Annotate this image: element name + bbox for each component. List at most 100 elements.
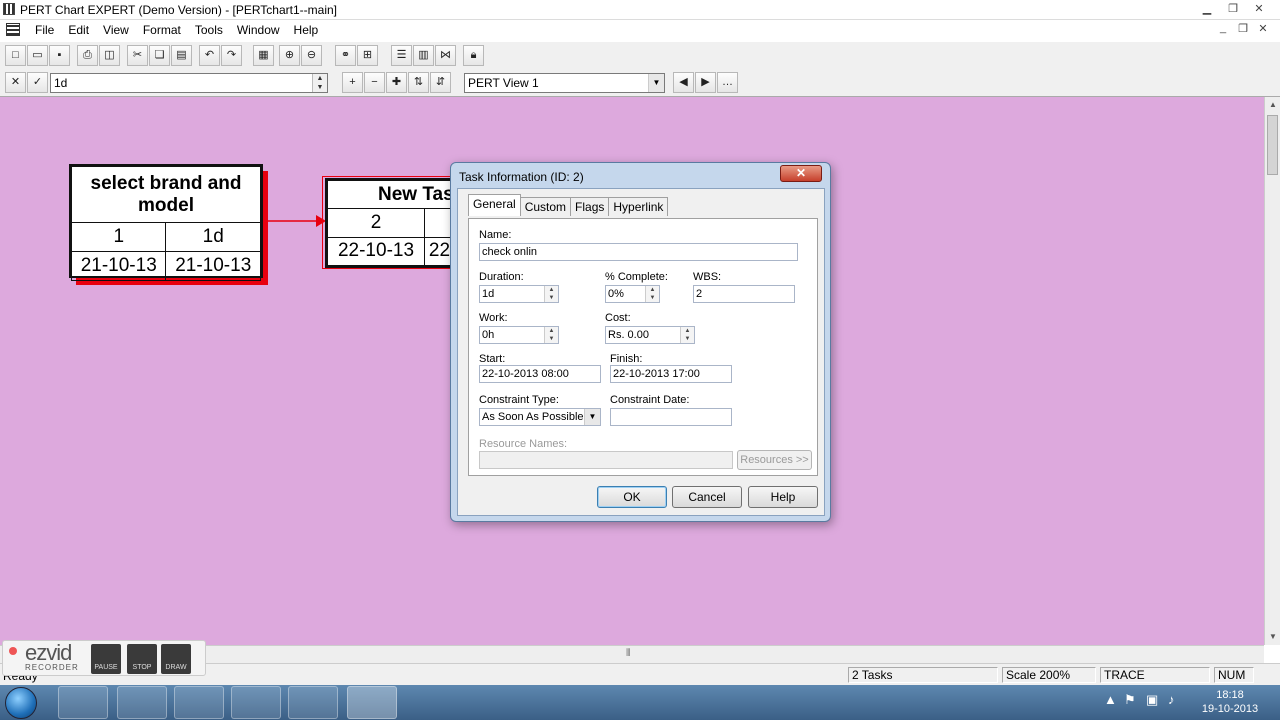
scroll-grip-icon[interactable]: ⦀ bbox=[626, 648, 630, 659]
system-clock[interactable]: 18:18 19-10-2013 bbox=[1190, 688, 1270, 716]
restore-icon[interactable]: ❐ bbox=[1222, 1, 1244, 17]
ezvid-subtitle: RECORDER bbox=[25, 663, 79, 672]
view-select[interactable]: PERT View 1 ▼ bbox=[464, 73, 665, 93]
menu-bar: File Edit View Format Tools Window Help bbox=[0, 20, 1280, 40]
cost-spinner-icon[interactable]: ▲ ▼ bbox=[680, 327, 694, 343]
next-view-icon[interactable]: ▶ bbox=[695, 72, 716, 93]
tab-flags[interactable]: Flags bbox=[570, 197, 610, 216]
accept-entry-icon[interactable]: ✓ bbox=[27, 72, 48, 93]
zoom-out-icon[interactable]: ⊖ bbox=[301, 45, 322, 66]
constraint-date-field[interactable] bbox=[610, 408, 732, 426]
tab-general[interactable]: General bbox=[468, 194, 521, 216]
work-spinner-icon[interactable]: ▲ ▼ bbox=[544, 327, 558, 343]
add-task-icon[interactable]: + bbox=[342, 72, 363, 93]
minimize-icon[interactable]: ▁ bbox=[1196, 1, 1218, 17]
save-icon[interactable]: ▪ bbox=[49, 45, 70, 66]
network-view-icon[interactable]: ⋈ bbox=[435, 45, 456, 66]
complete-stepper[interactable]: 0% ▲ ▼ bbox=[605, 285, 660, 303]
system-tool-icon[interactable] bbox=[174, 686, 224, 719]
help-button[interactable]: Help bbox=[748, 486, 818, 508]
view-select-value: PERT View 1 bbox=[468, 76, 539, 90]
chrome-icon[interactable] bbox=[231, 686, 281, 719]
document-icon[interactable] bbox=[6, 23, 20, 36]
menu-view[interactable]: View bbox=[96, 22, 136, 38]
task-node-finish: 21-10-13 bbox=[165, 251, 261, 281]
scroll-thumb[interactable] bbox=[1267, 115, 1278, 175]
scroll-up-icon[interactable]: ▲ bbox=[1265, 97, 1280, 113]
remove-task-icon[interactable]: − bbox=[364, 72, 385, 93]
vertical-scrollbar[interactable]: ▲ ▼ bbox=[1264, 97, 1280, 645]
cancel-entry-icon[interactable]: ✕ bbox=[5, 72, 26, 93]
entry-field[interactable]: 1d ▲ ▼ bbox=[50, 73, 328, 93]
redo-icon[interactable]: ↷ bbox=[221, 45, 242, 66]
undo-icon[interactable]: ↶ bbox=[199, 45, 220, 66]
show-hidden-icons-icon[interactable]: ▲ bbox=[1104, 692, 1117, 707]
document-window-controls: _ ❐ ✕ bbox=[1216, 22, 1270, 35]
volume-icon[interactable]: ♪ bbox=[1168, 692, 1175, 707]
menu-help[interactable]: Help bbox=[287, 22, 326, 38]
calendar-icon[interactable]: ▦ bbox=[253, 45, 274, 66]
doc-minimize-icon[interactable]: _ bbox=[1216, 22, 1230, 35]
menu-file[interactable]: File bbox=[28, 22, 61, 38]
menu-edit[interactable]: Edit bbox=[61, 22, 96, 38]
pause-button[interactable]: PAUSE bbox=[91, 644, 121, 674]
menu-window[interactable]: Window bbox=[230, 22, 287, 38]
indent-icon[interactable]: ✚ bbox=[386, 72, 407, 93]
tab-hyperlink[interactable]: Hyperlink bbox=[608, 197, 669, 216]
doc-restore-icon[interactable]: ❐ bbox=[1236, 22, 1250, 35]
wbs-field[interactable]: 2 bbox=[693, 285, 795, 303]
pert-chart-expert-icon[interactable] bbox=[347, 686, 397, 719]
print-preview-icon[interactable]: ◫ bbox=[99, 45, 120, 66]
prev-view-icon[interactable]: ◀ bbox=[673, 72, 694, 93]
print-icon[interactable]: ⎙ bbox=[77, 45, 98, 66]
entry-spinner-icon[interactable]: ▲ ▼ bbox=[312, 74, 327, 92]
column-view-icon[interactable]: ▥ bbox=[413, 45, 434, 66]
dialog-close-button[interactable]: ✕ bbox=[780, 165, 822, 182]
more-views-icon[interactable]: … bbox=[717, 72, 738, 93]
chevron-down-icon[interactable]: ▼ bbox=[584, 409, 600, 425]
ok-button[interactable]: OK bbox=[597, 486, 667, 508]
menu-tools[interactable]: Tools bbox=[188, 22, 230, 38]
cost-label: Cost: bbox=[605, 312, 631, 324]
list-view-icon[interactable]: ☰ bbox=[391, 45, 412, 66]
network-icon[interactable]: ▣ bbox=[1146, 692, 1158, 708]
start-button[interactable] bbox=[5, 687, 37, 719]
outdent-icon[interactable]: ⇅ bbox=[408, 72, 429, 93]
work-stepper[interactable]: 0h ▲ ▼ bbox=[479, 326, 559, 344]
finish-field[interactable]: 22-10-2013 17:00 bbox=[610, 365, 732, 383]
finish-value: 22-10-2013 17:00 bbox=[613, 368, 700, 380]
duration-spinner-icon[interactable]: ▲ ▼ bbox=[544, 286, 558, 302]
constraint-type-select[interactable]: As Soon As Possible ▼ bbox=[479, 408, 601, 426]
start-field[interactable]: 22-10-2013 08:00 bbox=[479, 365, 601, 383]
close-icon[interactable]: ✕ bbox=[1248, 1, 1270, 17]
stop-button[interactable]: STOP bbox=[127, 644, 157, 674]
action-center-icon[interactable]: ⚑ bbox=[1124, 692, 1136, 708]
task-node-1[interactable]: select brand and model 1 1d 21-10-13 21-10… bbox=[69, 164, 263, 281]
link-icon[interactable]: ⚭ bbox=[335, 45, 356, 66]
doc-close-icon[interactable]: ✕ bbox=[1256, 22, 1270, 35]
draw-button[interactable]: DRAW bbox=[161, 644, 191, 674]
move-icon[interactable]: ⇵ bbox=[430, 72, 451, 93]
app-icon[interactable] bbox=[3, 3, 15, 15]
task-node-2[interactable]: New Tas 2 22-10-13 22 bbox=[325, 178, 457, 268]
chevron-down-icon[interactable]: ▼ bbox=[648, 74, 664, 92]
new-icon[interactable]: □ bbox=[5, 45, 26, 66]
duration-stepper[interactable]: 1d ▲ ▼ bbox=[479, 285, 559, 303]
paste-icon[interactable]: ▤ bbox=[171, 45, 192, 66]
complete-spinner-icon[interactable]: ▲ ▼ bbox=[645, 286, 659, 302]
cut-icon[interactable]: ✂ bbox=[127, 45, 148, 66]
name-field[interactable]: check onlin bbox=[479, 243, 798, 261]
internet-explorer-icon[interactable] bbox=[58, 686, 108, 719]
cancel-button[interactable]: Cancel bbox=[672, 486, 742, 508]
notes-app-icon[interactable] bbox=[288, 686, 338, 719]
scroll-down-icon[interactable]: ▼ bbox=[1265, 629, 1280, 645]
cost-stepper[interactable]: Rs. 0.00 ▲ ▼ bbox=[605, 326, 695, 344]
lock-icon[interactable]: 🔒︎ bbox=[463, 45, 484, 66]
tab-custom[interactable]: Custom bbox=[519, 197, 572, 216]
layout-icon[interactable]: ⊞ bbox=[357, 45, 378, 66]
zoom-in-icon[interactable]: ⊕ bbox=[279, 45, 300, 66]
copy-icon[interactable]: ❏ bbox=[149, 45, 170, 66]
file-explorer-icon[interactable] bbox=[117, 686, 167, 719]
menu-format[interactable]: Format bbox=[136, 22, 188, 38]
open-icon[interactable]: ▭ bbox=[27, 45, 48, 66]
